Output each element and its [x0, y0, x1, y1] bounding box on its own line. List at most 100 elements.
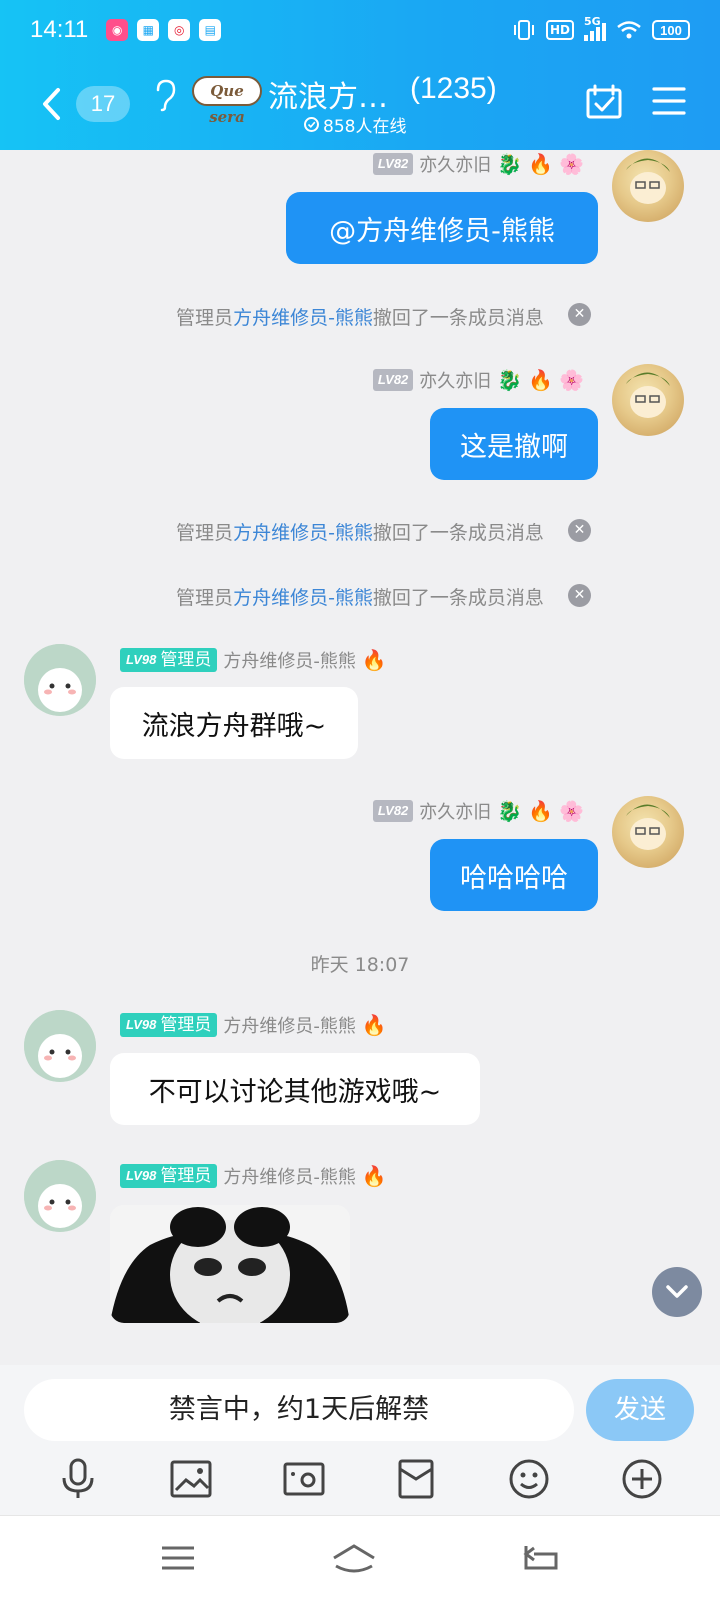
input-toolbar — [0, 1449, 720, 1509]
message-sender-meta: LV98 管理员 方舟维修员-熊熊 🔥 — [120, 1011, 387, 1039]
role-text: 管理员 — [160, 1015, 212, 1035]
level-text: LV98 — [126, 1017, 157, 1032]
input-area: 禁言中，约1天后解禁 发送 — [0, 1365, 720, 1515]
dismiss-notice-icon[interactable]: ✕ — [568, 519, 591, 542]
top-header: 14:11 ◉ ▦ ◎ ▤ HD 5G 100 17 Que sera 流浪方…… — [0, 0, 720, 150]
app-notification-icon: ◉ — [106, 19, 129, 41]
home-icon[interactable] — [330, 1540, 378, 1576]
panda-meme-sticker[interactable] — [110, 1205, 350, 1323]
message-bubble[interactable]: 哈哈哈哈 — [430, 839, 598, 911]
flower-icon: 🌸 — [559, 799, 584, 823]
camera-button[interactable] — [282, 1457, 326, 1501]
sender-name[interactable]: 亦久亦旧 — [419, 798, 491, 824]
group-name[interactable]: 流浪方… — [268, 72, 388, 116]
menu-icon[interactable] — [652, 86, 686, 116]
group-member-count[interactable]: (1235) — [410, 72, 497, 106]
chevron-down-icon — [666, 1285, 688, 1298]
online-count: 858人在线 — [323, 117, 407, 137]
fire-icon: 🔥 — [528, 799, 554, 823]
chat-message-list[interactable]: LV82 亦久亦旧 🐉 🔥 🌸 @方舟维修员-熊熊 管理员 方舟维修员-熊熊 撤回了… — [0, 150, 720, 1365]
emoji-icon — [509, 1459, 549, 1499]
dismiss-notice-icon[interactable]: ✕ — [568, 584, 591, 607]
level-badge: LV82 — [372, 800, 414, 822]
recall-notice: 管理员 方舟维修员-熊熊 撤回了一条成员消息 — [0, 301, 720, 331]
card-notification-icon: ▤ — [199, 19, 222, 41]
back-arrow-icon — [43, 88, 60, 120]
campfire-icon: 🔥 — [361, 1013, 387, 1037]
admin-link[interactable]: 方舟维修员-熊熊 — [233, 583, 373, 610]
notice-prefix: 管理员 — [176, 521, 234, 544]
notice-prefix: 管理员 — [176, 586, 234, 609]
network-label: 5G — [584, 15, 601, 28]
scroll-to-bottom-button[interactable] — [652, 1267, 702, 1317]
vibrate-icon — [513, 20, 534, 40]
my-avatar[interactable] — [612, 796, 684, 868]
notice-suffix: 撤回了一条成员消息 — [372, 306, 544, 329]
message-bubble[interactable]: 不可以讨论其他游戏哦~ — [110, 1053, 480, 1125]
send-button[interactable]: 发送 — [586, 1379, 694, 1441]
campfire-icon: 🔥 — [361, 648, 387, 672]
message-sender-meta: LV98 管理员 方舟维修员-熊熊 🔥 — [120, 1162, 387, 1190]
role-text: 管理员 — [160, 1166, 212, 1186]
my-avatar[interactable] — [612, 150, 684, 222]
admin-link[interactable]: 方舟维修员-熊熊 — [233, 303, 373, 330]
campfire-icon: 🔥 — [361, 1164, 387, 1188]
weibo-notification-icon: ◎ — [168, 19, 191, 41]
unread-count-badge[interactable]: 17 — [76, 86, 130, 122]
back-button[interactable] — [36, 84, 66, 124]
level-text: LV98 — [126, 652, 157, 667]
timestamp-divider: 昨天 18:07 — [310, 954, 410, 976]
dragon-icon: 🐉 — [497, 152, 523, 176]
ear-icon[interactable] — [152, 78, 178, 112]
status-bar: 14:11 ◉ ▦ ◎ ▤ HD 5G 100 — [0, 0, 720, 60]
sender-name[interactable]: 亦久亦旧 — [419, 151, 491, 177]
sender-name[interactable]: 方舟维修员-熊熊 — [223, 1012, 356, 1038]
admin-link[interactable]: 方舟维修员-熊熊 — [233, 518, 373, 545]
plus-icon — [622, 1459, 662, 1499]
wifi-icon — [617, 21, 641, 39]
message-sender-meta: LV82 亦久亦旧 🐉 🔥 🌸 — [372, 366, 584, 394]
sender-name[interactable]: 方舟维修员-熊熊 — [223, 1163, 356, 1189]
message-sender-meta: LV82 亦久亦旧 🐉 🔥 🌸 — [372, 797, 584, 825]
admin-avatar[interactable] — [24, 1010, 96, 1082]
notice-suffix: 撤回了一条成员消息 — [372, 521, 544, 544]
image-button[interactable] — [169, 1457, 213, 1501]
status-time: 14:11 — [30, 16, 89, 43]
message-bubble[interactable]: @方舟维修员-熊熊 — [286, 192, 598, 264]
admin-avatar[interactable] — [24, 1160, 96, 1232]
dismiss-notice-icon[interactable]: ✕ — [568, 303, 591, 326]
online-icon — [304, 117, 319, 132]
message-sender-meta: LV82 亦久亦旧 🐉 🔥 🌸 — [372, 150, 584, 178]
message-bubble[interactable]: 流浪方舟群哦~ — [110, 687, 358, 759]
online-status: 858人在线 — [304, 112, 406, 137]
voice-button[interactable] — [56, 1457, 100, 1501]
system-navigation-bar — [0, 1515, 720, 1600]
flower-icon: 🌸 — [559, 368, 584, 392]
emoji-button[interactable] — [507, 1457, 551, 1501]
status-right: HD 5G 100 — [512, 15, 690, 41]
calendar-check-icon[interactable] — [586, 84, 622, 120]
my-avatar[interactable] — [612, 364, 684, 436]
microphone-icon — [62, 1458, 94, 1498]
admin-avatar[interactable] — [24, 644, 96, 716]
brand-logo: Que sera — [192, 76, 262, 126]
recall-notice: 管理员 方舟维修员-熊熊 撤回了一条成员消息 — [0, 516, 720, 546]
level-text: LV98 — [126, 1168, 157, 1183]
back-nav-icon[interactable] — [520, 1540, 560, 1576]
signal-icon: 5G — [584, 15, 606, 41]
message-sender-meta: LV98 管理员 方舟维修员-熊熊 🔥 — [120, 646, 387, 674]
sender-name[interactable]: 亦久亦旧 — [419, 367, 491, 393]
fire-icon: 🔥 — [528, 152, 554, 176]
notice-suffix: 撤回了一条成员消息 — [372, 586, 544, 609]
recall-notice: 管理员 方舟维修员-熊熊 撤回了一条成员消息 — [0, 581, 720, 611]
message-bubble[interactable]: 这是撤啊 — [430, 408, 598, 480]
role-text: 管理员 — [160, 650, 212, 670]
recent-apps-icon[interactable] — [158, 1540, 198, 1576]
camera-icon — [283, 1462, 325, 1496]
red-packet-button[interactable] — [394, 1457, 438, 1501]
nav-bar: 17 Que sera 流浪方… (1235) 858人在线 — [0, 60, 720, 150]
more-button[interactable] — [620, 1457, 664, 1501]
level-badge: LV82 — [372, 153, 414, 175]
muted-input-field[interactable]: 禁言中，约1天后解禁 — [24, 1379, 574, 1441]
sender-name[interactable]: 方舟维修员-熊熊 — [223, 647, 356, 673]
